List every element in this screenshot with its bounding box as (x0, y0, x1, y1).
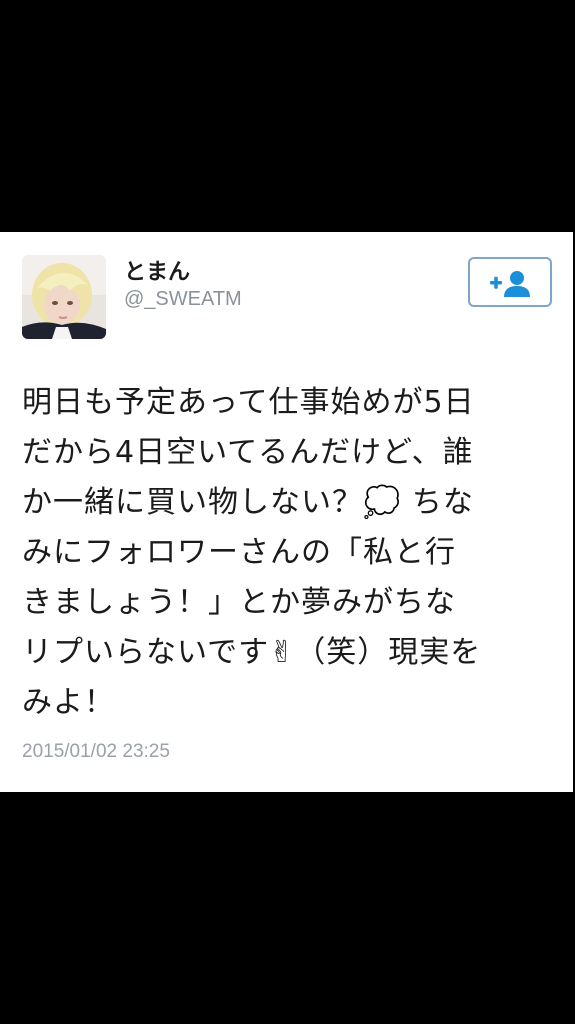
tweet-text-line: リプいらないです✌（笑）現実を (22, 635, 482, 670)
tweet-timestamp[interactable]: 2015/01/02 23:25 (22, 741, 170, 763)
screenshot-frame: とまん @_SWEATM 明日も予定あって仕事始めが5日 だから4日空いてるんだ… (0, 0, 575, 1024)
profile-photo-icon (22, 255, 106, 339)
tweet-text-line: だから4日空いてるんだけど、誰 (22, 435, 474, 470)
user-handle[interactable]: @_SWEATM (124, 288, 242, 311)
tweet-text-line: みよ！ (22, 685, 115, 720)
follow-button[interactable] (468, 257, 552, 307)
tweet-text-line: みにフォロワーさんの「私と行 (22, 535, 456, 570)
display-name[interactable]: とまん (124, 254, 190, 286)
tweet-text-line: きましょう！」とか夢みがちな (22, 585, 456, 620)
tweet-text-line: か一緒に買い物しない？💭 ちな (22, 485, 474, 520)
tweet-text-line: 明日も予定あって仕事始めが5日 (22, 385, 475, 420)
tweet-text: 明日も予定あって仕事始めが5日 だから4日空いてるんだけど、誰 か一緒に買い物し… (22, 378, 562, 728)
avatar[interactable] (22, 255, 106, 339)
tweet-card: とまん @_SWEATM 明日も予定あって仕事始めが5日 だから4日空いてるんだ… (0, 232, 573, 792)
add-user-icon (490, 271, 530, 297)
